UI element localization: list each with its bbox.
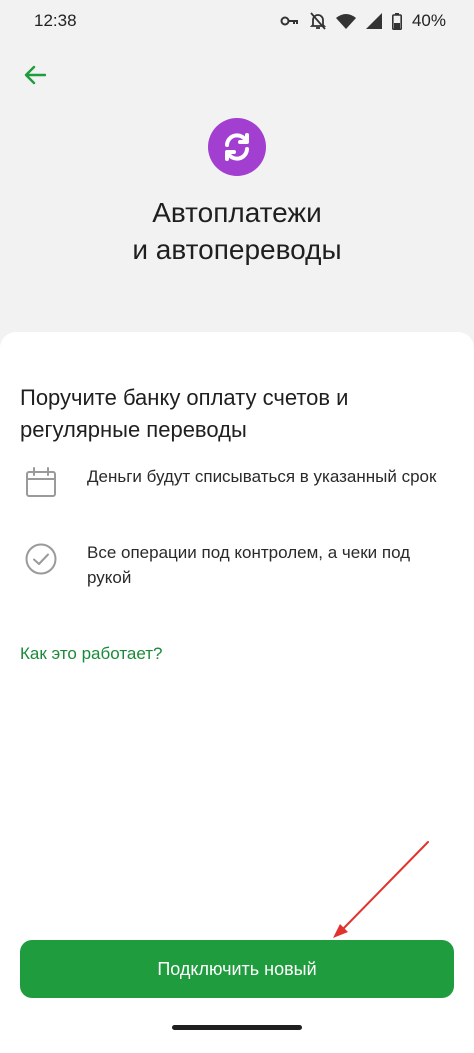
how-it-works-link[interactable]: Как это работает? xyxy=(20,644,163,664)
connect-new-button[interactable]: Подключить новый xyxy=(20,940,454,998)
feature-text: Все операции под контролем, а чеки под р… xyxy=(87,543,411,587)
status-icons: 40% xyxy=(280,11,446,31)
status-bar: 12:38 40% xyxy=(0,0,474,42)
battery-icon xyxy=(391,12,402,30)
bell-off-icon xyxy=(309,12,326,30)
key-icon xyxy=(280,16,298,26)
info-sheet: Поручите банку оплату счетов и регулярны… xyxy=(0,332,474,1053)
gesture-nav-handle[interactable] xyxy=(172,1025,302,1030)
back-button[interactable] xyxy=(18,58,52,92)
status-time: 12:38 xyxy=(34,11,77,30)
sheet-heading: Поручите банку оплату счетов и регулярны… xyxy=(20,385,349,442)
signal-icon xyxy=(365,13,382,29)
battery-percent: 40% xyxy=(411,11,446,30)
feature-text: Деньги будут списываться в указанный сро… xyxy=(87,467,437,486)
autopay-hero-badge xyxy=(208,118,266,176)
feature-item-schedule: Деньги будут списываться в указанный сро… xyxy=(24,464,454,500)
check-circle-icon xyxy=(25,543,57,575)
sync-icon xyxy=(225,133,249,161)
wifi-icon xyxy=(335,14,356,29)
page-title: Автоплатежи и автопереводы xyxy=(132,197,342,265)
calendar-icon xyxy=(26,467,56,497)
feature-item-control: Все операции под контролем, а чеки под р… xyxy=(24,540,454,590)
arrow-left-icon xyxy=(24,65,46,85)
